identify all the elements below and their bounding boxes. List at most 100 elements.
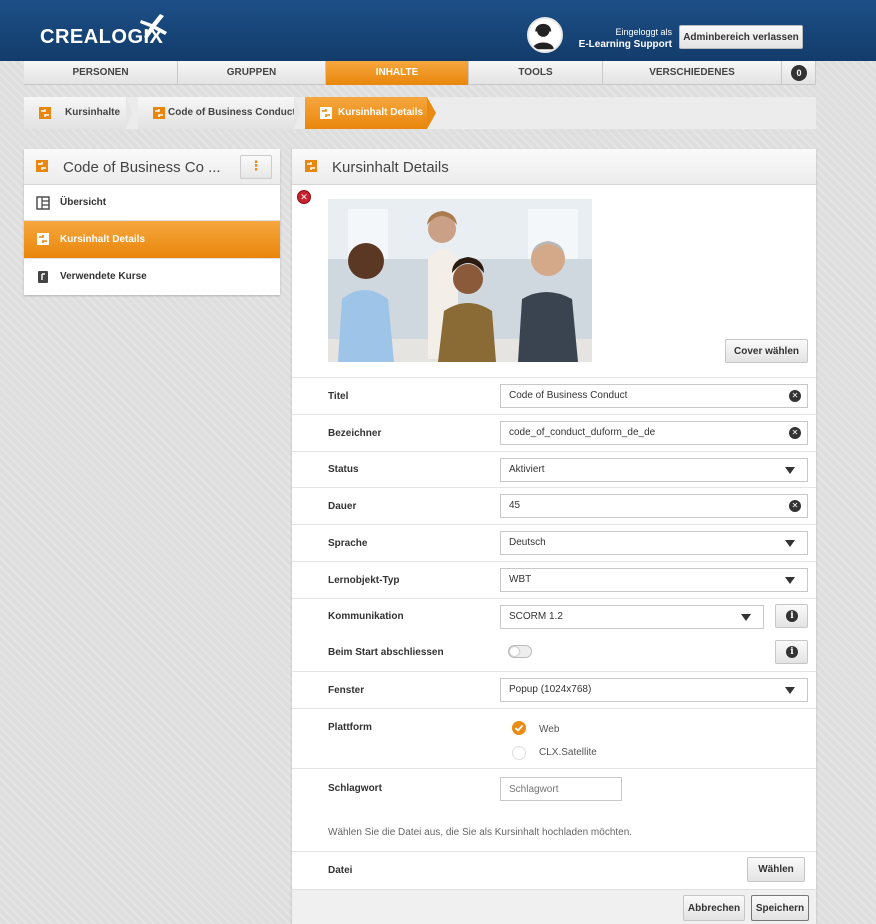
details-panel: Kursinhalt Details ✕ Cover wählen Titel <box>292 149 816 924</box>
remove-cover-icon[interactable]: ✕ <box>297 190 311 204</box>
nav-verschiedenes[interactable]: VERSCHIEDENES <box>603 61 782 85</box>
field-label: Titel <box>328 391 349 402</box>
more-vertical-icon[interactable]: ⋮ <box>240 155 272 179</box>
chevron-down-icon <box>785 577 795 584</box>
field-row-lernobjekt-typ: Lernobjekt-Typ WBT <box>292 561 816 598</box>
notifications-button[interactable]: 0 <box>782 61 816 85</box>
field-row-status: Status Aktiviert <box>292 451 816 488</box>
sidebar-title: Code of Business Co ... <box>63 159 221 176</box>
choose-cover-button[interactable]: Cover wählen <box>725 339 808 363</box>
sidebar-header: Code of Business Co ... ⋮ <box>24 149 280 185</box>
notification-count-badge: 0 <box>791 65 807 81</box>
content-icon <box>39 107 51 119</box>
breadcrumb-separator <box>126 97 132 129</box>
status-select[interactable]: Aktiviert <box>500 458 808 482</box>
breadcrumb-kursinhalte[interactable]: Kursinhalte <box>24 97 126 129</box>
chevron-down-icon <box>785 687 795 694</box>
logged-in-user: E-Learning Support <box>578 39 672 50</box>
nav-gruppen[interactable]: GRUPPEN <box>178 61 326 85</box>
field-label: Bezeichner <box>328 428 382 439</box>
chevron-down-icon <box>785 467 795 474</box>
sidebar-item-uebersicht[interactable]: Übersicht <box>24 185 280 221</box>
breadcrumb-separator <box>427 97 436 129</box>
content-icon <box>320 107 332 119</box>
nav-tools[interactable]: TOOLS <box>469 61 603 85</box>
toggle-knob <box>510 647 519 656</box>
field-row-bezeichner: Bezeichner code_of_conduct_duform_de_de … <box>292 414 816 451</box>
plattform-option-label: Web <box>539 724 560 735</box>
fenster-select[interactable]: Popup (1024x768) <box>500 678 808 702</box>
titel-value: Code of Business Conduct <box>509 390 628 401</box>
sprache-select[interactable]: Deutsch <box>500 531 808 555</box>
field-label: Status <box>328 464 359 475</box>
overview-icon <box>36 196 50 210</box>
status-value: Aktiviert <box>509 464 545 475</box>
field-row-titel: Titel Code of Business Conduct ✕ <box>292 377 816 414</box>
beim-start-info-button[interactable]: i <box>775 640 808 664</box>
form-footer: Abbrechen Speichern <box>292 889 816 924</box>
info-icon: i <box>786 610 798 622</box>
plattform-web-checkbox[interactable] <box>512 721 526 735</box>
nav-personen[interactable]: PERSONEN <box>24 61 178 85</box>
breadcrumb-details[interactable]: Kursinhalt Details <box>305 97 427 129</box>
cancel-button[interactable]: Abbrechen <box>683 895 745 921</box>
business-team-photo <box>328 199 592 362</box>
details-header: Kursinhalt Details <box>292 149 816 185</box>
field-label: Beim Start abschliessen <box>328 647 444 658</box>
field-label: Plattform <box>328 722 372 733</box>
content-icon <box>153 107 165 119</box>
breadcrumb-label: Kursinhalte <box>65 107 121 118</box>
sidebar-panel: Code of Business Co ... ⋮ Übersicht Kurs… <box>24 149 280 295</box>
field-label: Lernobjekt-Typ <box>328 575 400 586</box>
field-label: Kommunikation <box>328 611 404 622</box>
field-row-kommunikation: Kommunikation SCORM 1.2 i Beim Start abs… <box>292 598 816 671</box>
sidebar-item-kursinhalt-details[interactable]: Kursinhalt Details <box>24 221 280 259</box>
field-label: Datei <box>328 865 353 876</box>
bezeichner-value: code_of_conduct_duform_de_de <box>509 427 656 438</box>
breadcrumb: Kursinhalte Code of Business Conduct Kur… <box>24 97 816 129</box>
leave-admin-button[interactable]: Adminbereich verlassen <box>679 25 803 49</box>
titel-input[interactable]: Code of Business Conduct ✕ <box>500 384 808 408</box>
cover-image <box>328 199 592 362</box>
sidebar-item-label: Verwendete Kurse <box>60 271 147 282</box>
breadcrumb-label: Kursinhalt Details <box>338 107 424 118</box>
content-icon <box>305 160 317 172</box>
field-row-dauer: Dauer 45 ✕ <box>292 487 816 524</box>
course-icon <box>38 271 48 283</box>
plattform-satellite-checkbox[interactable] <box>512 746 526 760</box>
save-button[interactable]: Speichern <box>751 895 809 921</box>
dauer-value: 45 <box>509 500 521 511</box>
clear-icon[interactable]: ✕ <box>789 500 801 512</box>
info-icon: i <box>786 646 798 658</box>
nav-inhalte[interactable]: INHALTE <box>326 61 469 85</box>
clear-icon[interactable]: ✕ <box>789 390 801 402</box>
lernobjekt-typ-value: WBT <box>509 574 532 585</box>
chevron-down-icon <box>785 540 795 547</box>
sidebar-item-label: Kursinhalt Details <box>60 234 146 245</box>
logged-in-label: Eingeloggt als <box>615 27 672 37</box>
choose-file-button[interactable]: Wählen <box>747 857 805 882</box>
sidebar-item-label: Übersicht <box>60 197 107 208</box>
clear-icon[interactable]: ✕ <box>789 427 801 439</box>
kommunikation-value: SCORM 1.2 <box>509 611 563 622</box>
field-row-datei: Datei Wählen <box>292 851 816 889</box>
schlagwort-input[interactable] <box>500 777 622 801</box>
kommunikation-select[interactable]: SCORM 1.2 <box>500 605 764 629</box>
bezeichner-input[interactable]: code_of_conduct_duform_de_de ✕ <box>500 421 808 445</box>
field-label: Schlagwort <box>328 783 382 794</box>
breadcrumb-course[interactable]: Code of Business Conduct <box>138 97 296 129</box>
support-avatar[interactable] <box>527 17 563 53</box>
field-row-plattform: Plattform Web CLX.Satellite <box>292 708 816 768</box>
content-icon <box>36 160 48 172</box>
field-row-fenster: Fenster Popup (1024x768) <box>292 671 816 708</box>
lernobjekt-typ-select[interactable]: WBT <box>500 568 808 592</box>
sidebar-item-verwendete-kurse[interactable]: Verwendete Kurse <box>24 259 280 295</box>
field-label: Fenster <box>328 685 365 696</box>
dauer-input[interactable]: 45 ✕ <box>500 494 808 518</box>
details-title: Kursinhalt Details <box>332 159 449 176</box>
beim-start-toggle[interactable] <box>508 645 532 658</box>
app-header: CREALOGIX Eingeloggt als E-Learning Supp… <box>0 0 876 61</box>
field-label: Dauer <box>328 501 357 512</box>
file-upload-hint: Wählen Sie die Datei aus, die Sie als Ku… <box>328 827 633 838</box>
kommunikation-info-button[interactable]: i <box>775 604 808 628</box>
